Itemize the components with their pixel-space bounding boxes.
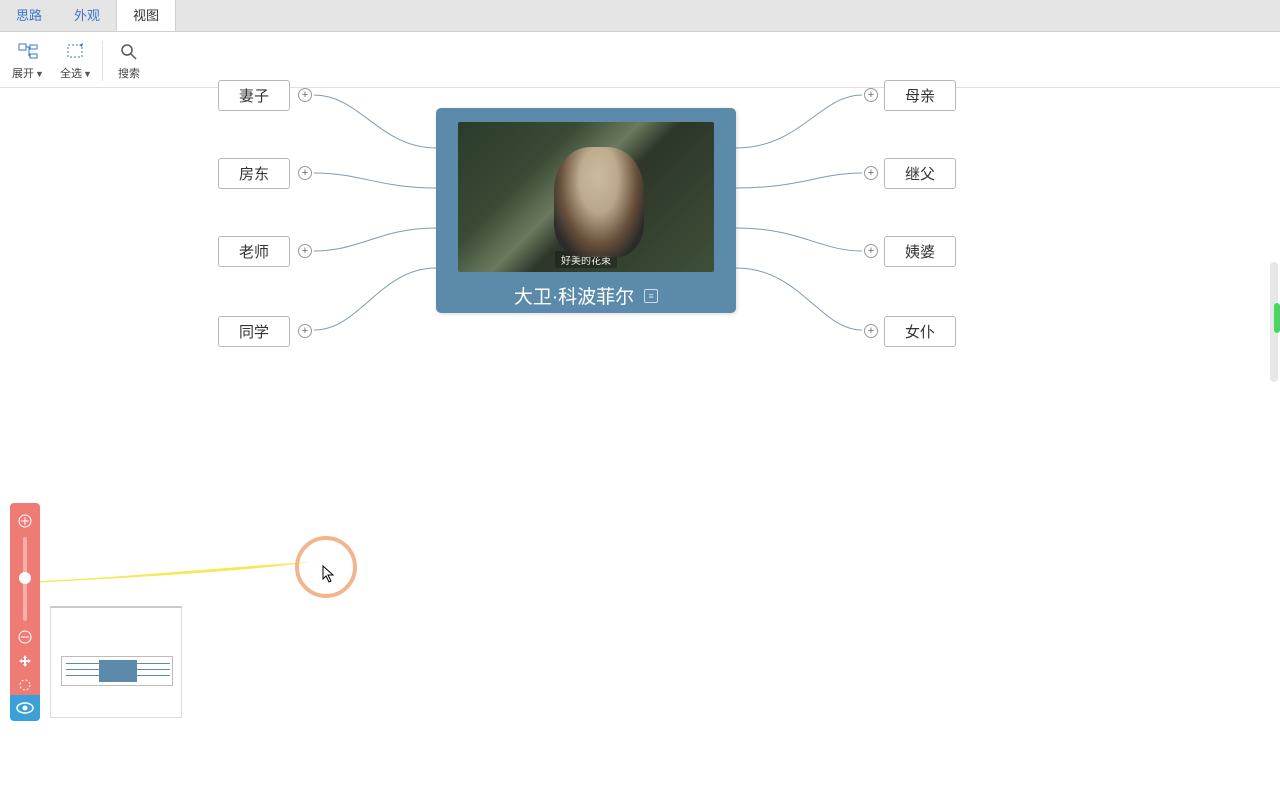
search-button[interactable]: 搜索: [105, 35, 153, 87]
expand-toggle[interactable]: +: [864, 324, 878, 338]
expand-toggle[interactable]: +: [864, 244, 878, 258]
select-all-button[interactable]: 全选▼: [52, 35, 100, 87]
ribbon-tabs: 思路 外观 视图: [0, 0, 1280, 32]
tab-view[interactable]: 视图: [116, 0, 176, 31]
central-title: 大卫·科波菲尔: [514, 282, 634, 309]
search-icon: [120, 41, 138, 63]
central-node[interactable]: 好美的花束 大卫·科波菲尔 ≡: [436, 108, 736, 313]
zoom-panel: [10, 503, 40, 703]
node-maid[interactable]: 女仆: [884, 316, 956, 347]
expand-toggle[interactable]: +: [298, 166, 312, 180]
node-grandaunt[interactable]: 姨婆: [884, 236, 956, 267]
fit-button[interactable]: [16, 676, 34, 694]
toolbar: 展开▼ 全选▼ 搜索: [0, 32, 1280, 88]
node-landlord[interactable]: 房东: [218, 158, 290, 189]
note-icon[interactable]: ≡: [644, 289, 658, 303]
zoom-slider-thumb[interactable]: [19, 572, 31, 584]
scroll-indicator: [1274, 303, 1280, 333]
expand-label: 展开: [12, 68, 34, 80]
overview-toggle-button[interactable]: [10, 695, 40, 721]
zoom-out-button[interactable]: [16, 628, 34, 646]
zoom-in-button[interactable]: [16, 512, 34, 530]
node-teacher[interactable]: 老师: [218, 236, 290, 267]
tab-appearance[interactable]: 外观: [58, 0, 116, 31]
expand-icon: [18, 41, 38, 63]
dropdown-caret-icon: ▼: [35, 69, 44, 79]
toolbar-separator: [102, 41, 103, 81]
minimap-center-node: [99, 660, 137, 682]
expand-toggle[interactable]: +: [298, 324, 312, 338]
search-label: 搜索: [118, 65, 140, 81]
pan-button[interactable]: [16, 652, 34, 670]
mindmap-canvas[interactable]: 好美的花束 大卫·科波菲尔 ≡ 妻子 + 房东 + 老师 + 同学 + 母亲 +…: [0, 88, 1280, 800]
expand-toggle[interactable]: +: [864, 166, 878, 180]
image-caption: 好美的花束: [555, 251, 617, 268]
minimap[interactable]: [50, 606, 182, 718]
cursor-arrow-icon: [322, 565, 336, 588]
expand-button[interactable]: 展开▼: [4, 35, 52, 87]
zoom-slider[interactable]: [23, 537, 27, 621]
node-mother[interactable]: 母亲: [884, 80, 956, 111]
expand-toggle[interactable]: +: [298, 244, 312, 258]
node-wife[interactable]: 妻子: [218, 80, 290, 111]
expand-toggle[interactable]: +: [298, 88, 312, 102]
eye-icon: [16, 702, 34, 714]
node-classmate[interactable]: 同学: [218, 316, 290, 347]
dropdown-caret-icon: ▼: [83, 69, 92, 79]
select-all-icon: [66, 41, 86, 63]
select-all-label: 全选: [60, 68, 82, 80]
expand-toggle[interactable]: +: [864, 88, 878, 102]
node-stepfather[interactable]: 继父: [884, 158, 956, 189]
tab-idea[interactable]: 思路: [0, 0, 58, 31]
minimap-viewport[interactable]: [61, 656, 173, 686]
cursor-trail: [10, 556, 320, 586]
central-image: 好美的花束: [458, 122, 714, 272]
